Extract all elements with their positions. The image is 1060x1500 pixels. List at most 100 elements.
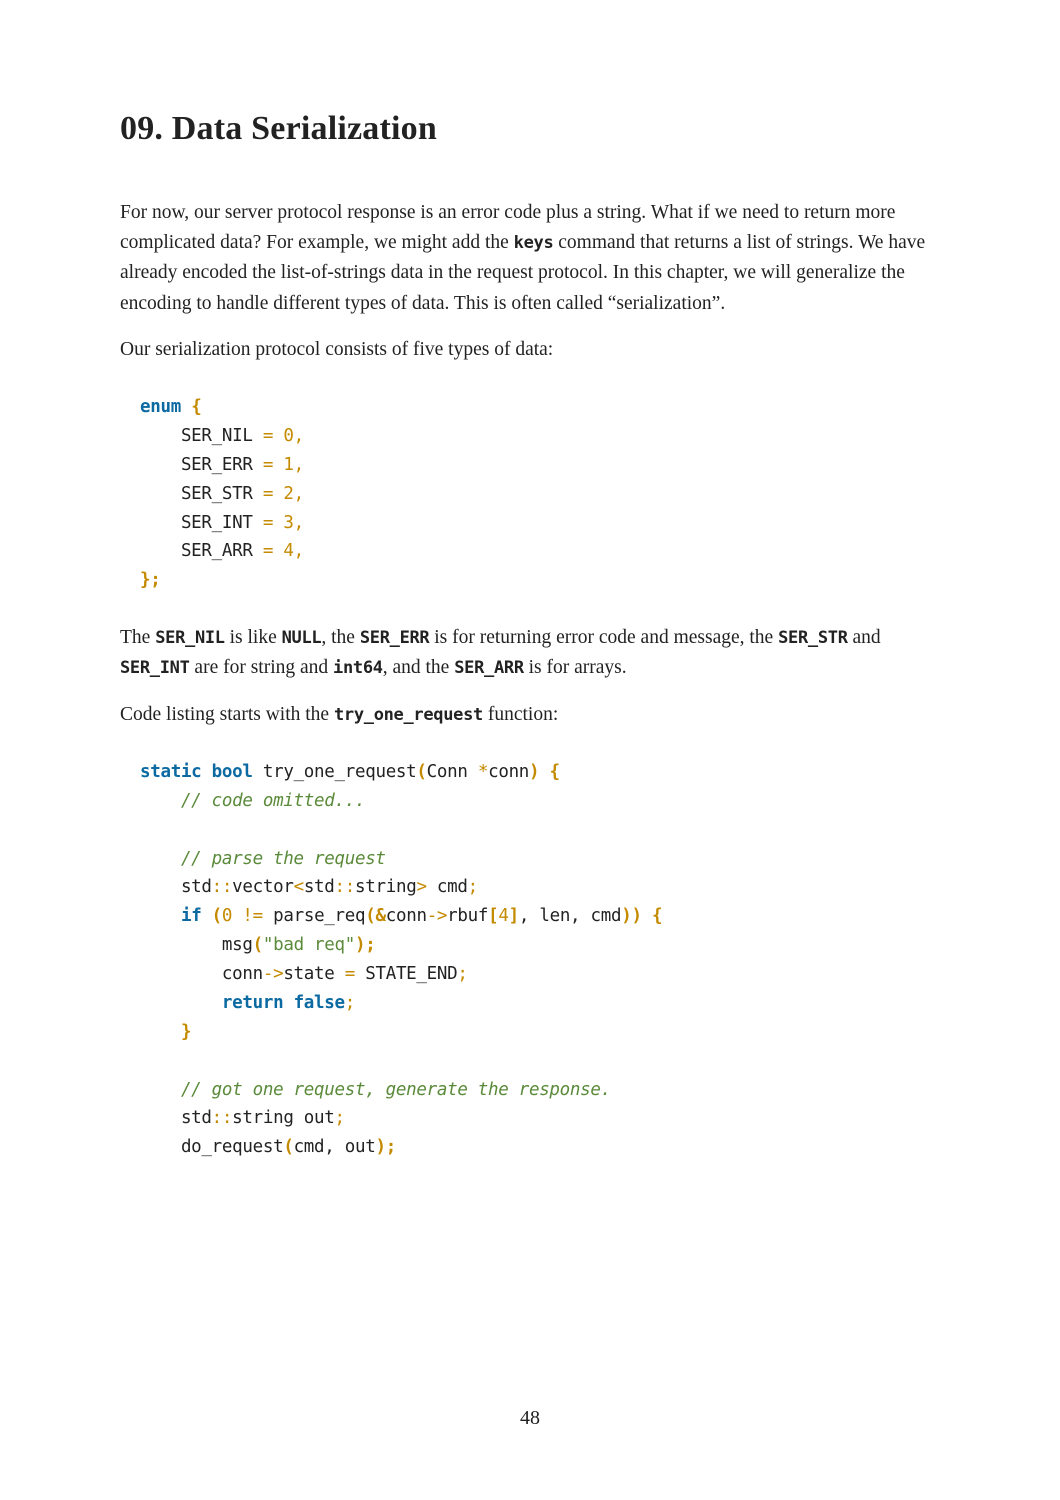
op: ; — [335, 1108, 345, 1128]
code-text: std — [140, 877, 212, 897]
code-text: conn — [140, 964, 263, 984]
sp — [273, 455, 283, 475]
inline-code: SER_ARR — [454, 658, 524, 678]
op: , — [294, 455, 304, 475]
code-text: STATE_END — [355, 964, 457, 984]
code-text: rbuf — [447, 906, 488, 926]
paragraph-4: Code listing starts with the try_one_req… — [120, 700, 940, 730]
op: :: — [212, 877, 232, 897]
code-text: string — [355, 877, 416, 897]
kw: if — [181, 906, 201, 926]
text: , and the — [383, 657, 454, 678]
num: 1 — [283, 455, 293, 475]
sp — [273, 484, 283, 504]
code-text: cmd, out — [294, 1137, 376, 1157]
paren: ( — [253, 935, 263, 955]
paren: ( — [201, 906, 221, 926]
text: is like — [225, 627, 282, 648]
kw: static — [140, 762, 201, 782]
num: 4 — [498, 906, 508, 926]
paren: )) — [621, 906, 641, 926]
page-content: 09. Data Serialization For now, our serv… — [0, 0, 1060, 1162]
bracket: ] — [509, 906, 519, 926]
kw: bool — [212, 762, 253, 782]
text: Code listing starts with the — [120, 704, 334, 725]
inline-code: SER_STR — [778, 628, 848, 648]
op: = — [263, 513, 273, 533]
brace: { — [539, 762, 559, 782]
num: 0 — [222, 906, 232, 926]
text: is for arrays. — [524, 657, 627, 678]
op: = — [263, 455, 273, 475]
code-text: state — [283, 964, 344, 984]
bracket: [ — [488, 906, 498, 926]
text: , the — [321, 627, 359, 648]
code-text: SER_INT — [140, 513, 263, 533]
page-title: 09. Data Serialization — [120, 110, 940, 148]
inline-code: try_one_request — [334, 705, 483, 725]
fn-call: do_request — [140, 1137, 283, 1157]
text: The — [120, 627, 155, 648]
op: = — [345, 964, 355, 984]
num: 3 — [283, 513, 293, 533]
op: * — [478, 762, 488, 782]
inline-code: SER_ERR — [360, 628, 430, 648]
brace: }; — [140, 570, 160, 590]
code-text: SER_NIL — [140, 426, 263, 446]
fn-call: parse_req — [273, 906, 365, 926]
op: ; — [468, 877, 478, 897]
page-number: 48 — [0, 1407, 1060, 1430]
inline-code: SER_INT — [120, 658, 190, 678]
sp — [273, 426, 283, 446]
code-text: conn — [386, 906, 427, 926]
op: :: — [212, 1108, 232, 1128]
inline-code-keys: keys — [514, 233, 554, 253]
code-block-function: static bool try_one_request(Conn *conn) … — [140, 758, 940, 1162]
inline-code: SER_NIL — [155, 628, 225, 648]
op: = — [263, 541, 273, 561]
op: = — [263, 426, 273, 446]
indent — [140, 993, 222, 1013]
comment: // got one request, generate the respons… — [140, 1080, 611, 1100]
arg: conn — [488, 762, 529, 782]
paren: ); — [375, 1137, 395, 1157]
text: are for string and — [190, 657, 334, 678]
comment: // code omitted... — [140, 791, 365, 811]
text: and — [848, 627, 881, 648]
op: != — [232, 906, 273, 926]
brace: { — [642, 906, 662, 926]
op: = — [263, 484, 273, 504]
op: , — [294, 541, 304, 561]
inline-code: int64 — [333, 658, 383, 678]
text: function: — [483, 704, 558, 725]
code-block-enum: enum { SER_NIL = 0, SER_ERR = 1, SER_STR… — [140, 393, 940, 595]
code-text: std — [140, 1108, 212, 1128]
brace: { — [191, 397, 201, 417]
op: < — [294, 877, 304, 897]
op: ; — [345, 993, 355, 1013]
code-text: SER_ARR — [140, 541, 263, 561]
inline-code: NULL — [282, 628, 322, 648]
kw: false — [294, 993, 345, 1013]
code-text: SER_ERR — [140, 455, 263, 475]
paragraph-3: The SER_NIL is like NULL, the SER_ERR is… — [120, 623, 940, 683]
sp — [273, 541, 283, 561]
code-text: SER_STR — [140, 484, 263, 504]
num: 0 — [283, 426, 293, 446]
code-text: string out — [232, 1108, 334, 1128]
comment: // parse the request — [140, 849, 386, 869]
paragraph-2: Our serialization protocol consists of f… — [120, 335, 940, 365]
op: , — [294, 513, 304, 533]
text: is for returning error code and message,… — [429, 627, 778, 648]
op: , — [294, 426, 304, 446]
paren: ( — [416, 762, 426, 782]
op: -> — [427, 906, 447, 926]
sp — [273, 513, 283, 533]
paren: ) — [529, 762, 539, 782]
code-text: , len, cmd — [519, 906, 621, 926]
code-text: std — [304, 877, 335, 897]
code-text: vector — [232, 877, 293, 897]
string: "bad req" — [263, 935, 355, 955]
op: -> — [263, 964, 283, 984]
paren: ); — [355, 935, 375, 955]
